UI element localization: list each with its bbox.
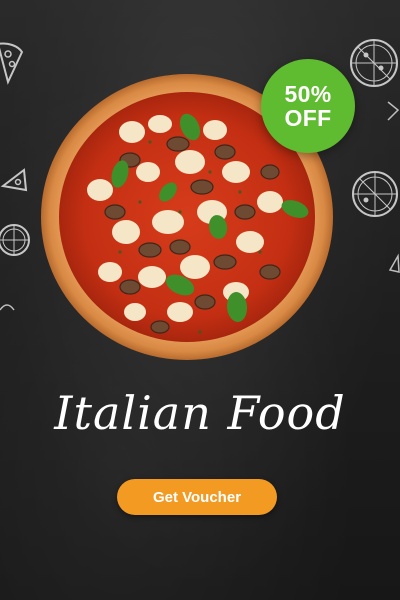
get-voucher-button[interactable]: Get Voucher [117,479,277,515]
discount-percent: 50% [284,80,332,107]
chef-hat-doodle [0,304,15,311]
pizza-slice-icon [0,42,24,85]
pizza-top-view-icon [350,39,398,87]
pizza-top-view-icon [0,224,30,256]
pizza-slice-icon [0,168,28,192]
discount-badge: 50% OFF [261,59,355,153]
banner-title: Italian Food [54,386,346,440]
pizza-top-view-icon [352,171,398,217]
pizza-slice-icon [387,101,400,121]
pizza-slice-icon [388,253,400,273]
discount-off-label: OFF [284,105,332,131]
